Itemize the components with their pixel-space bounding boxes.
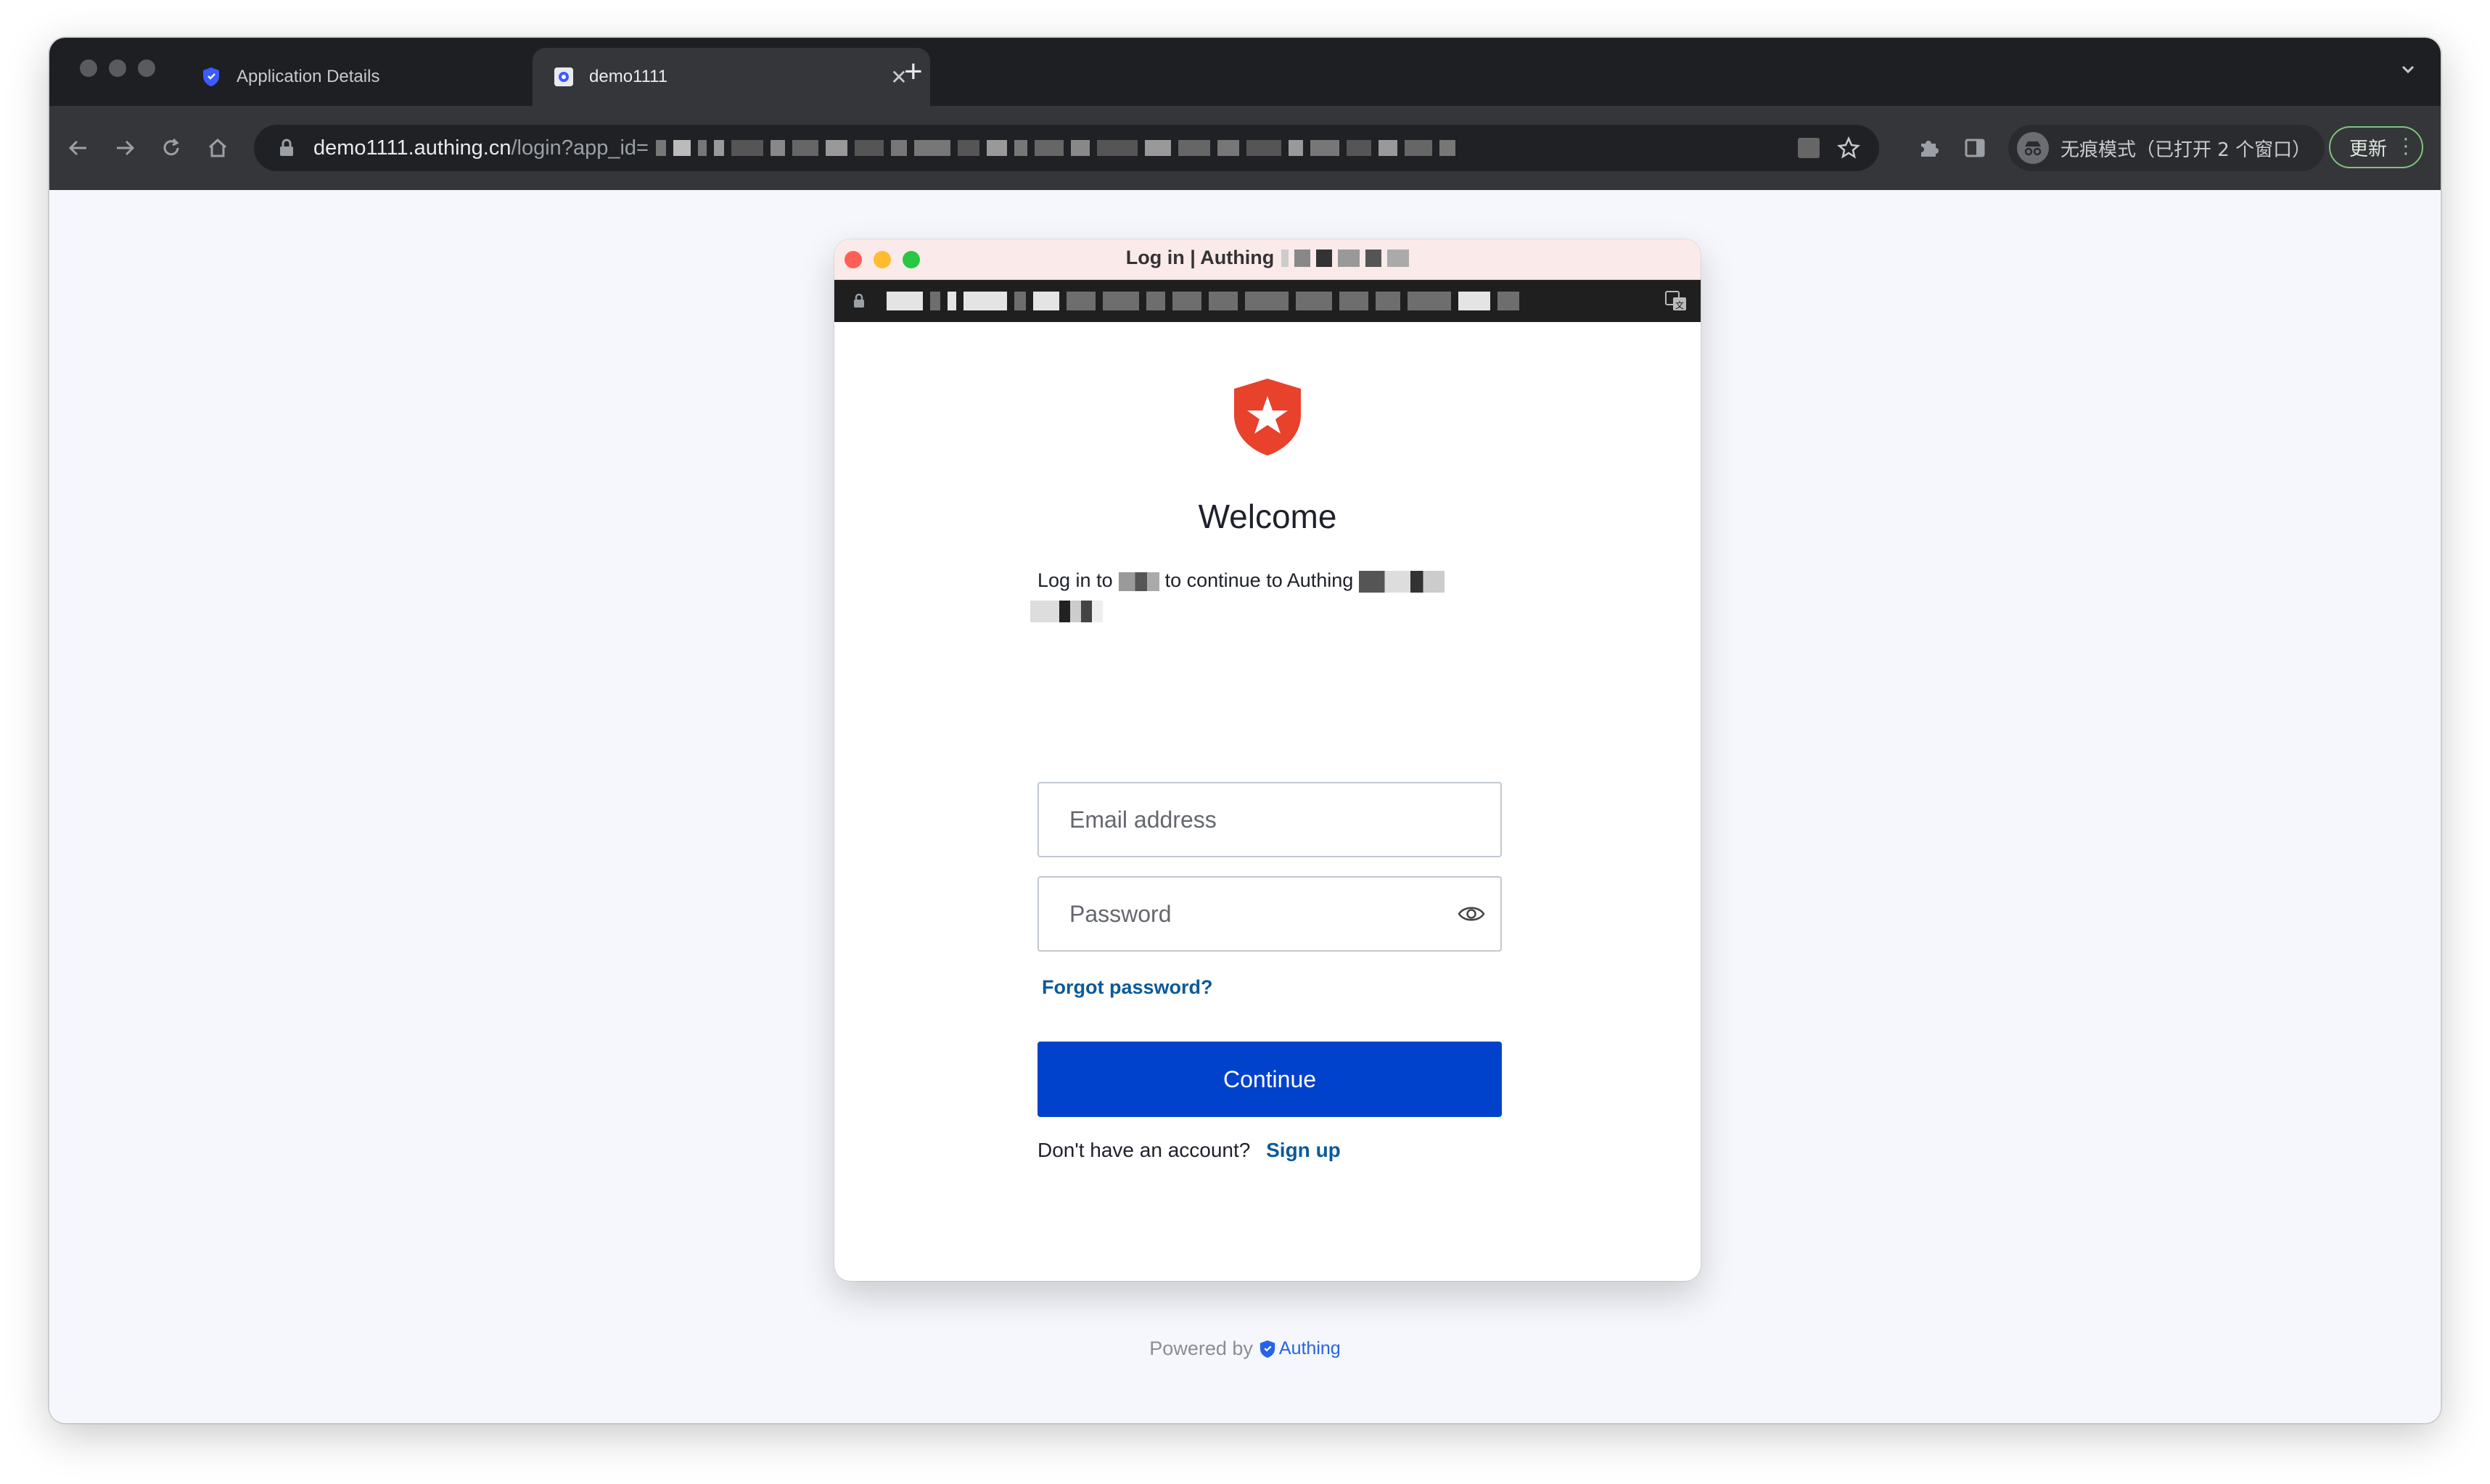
email-field[interactable] bbox=[1038, 782, 1502, 857]
star-shield-logo bbox=[1231, 377, 1304, 457]
lock-icon[interactable] bbox=[279, 139, 297, 157]
translate-icon[interactable]: 文 bbox=[1664, 290, 1688, 312]
popup-title-text: Log in | Authing bbox=[1125, 247, 1275, 268]
incognito-label: 无痕模式（已打开 2 个窗口） bbox=[2060, 139, 2312, 161]
authing-brand-link[interactable]: Authing bbox=[1259, 1338, 1341, 1359]
eye-icon[interactable] bbox=[1457, 901, 1486, 927]
redacted-url bbox=[655, 137, 1455, 159]
login-subtitle: Log in to to continue to Authing bbox=[1038, 566, 1502, 594]
url-host: demo1111.authing.cn bbox=[313, 136, 511, 160]
update-label: 更新 bbox=[2349, 138, 2388, 160]
window-minimize-dot[interactable] bbox=[109, 59, 126, 77]
side-panel-icon[interactable] bbox=[1962, 135, 1988, 161]
signup-link[interactable]: Sign up bbox=[1266, 1139, 1341, 1161]
popup-titlebar: Log in | Authing bbox=[834, 239, 1701, 280]
reload-icon[interactable] bbox=[157, 133, 186, 162]
tab-application-details[interactable]: Application Details ✕ bbox=[180, 48, 580, 106]
redacted-url bbox=[887, 290, 1519, 312]
puzzle-icon[interactable] bbox=[1915, 135, 1942, 161]
subtitle-middle: to continue to Authing bbox=[1164, 569, 1354, 591]
more-vert-icon[interactable]: · · · bbox=[2403, 131, 2409, 164]
redacted-tenant bbox=[1118, 572, 1159, 591]
tab-strip: Application Details ✕ demo1111 ✕ + bbox=[49, 38, 2441, 106]
popup-address-bar: 文 bbox=[834, 280, 1701, 322]
incognito-badge[interactable]: 无痕模式（已打开 2 个窗口） bbox=[2008, 125, 2325, 171]
popup-window-title: Log in | Authing bbox=[834, 247, 1701, 269]
forgot-password-link[interactable]: Forgot password? bbox=[1042, 976, 1213, 999]
tab-title: demo1111 bbox=[589, 67, 668, 86]
window-zoom-dot[interactable] bbox=[138, 59, 155, 77]
forward-icon[interactable] bbox=[110, 133, 139, 162]
update-button[interactable]: 更新 · · · bbox=[2329, 126, 2423, 168]
browser-window: Application Details ✕ demo1111 ✕ + bbox=[49, 38, 2441, 1423]
svg-text:文: 文 bbox=[1675, 300, 1684, 310]
back-icon[interactable] bbox=[64, 133, 93, 162]
window-close-dot[interactable] bbox=[80, 59, 97, 77]
star-icon[interactable] bbox=[1837, 136, 1860, 160]
app-favicon-icon bbox=[553, 66, 575, 88]
login-popup-window: Log in | Authing 文 Welcome Log in to to … bbox=[834, 239, 1701, 1281]
chevron-down-icon[interactable] bbox=[2397, 58, 2419, 80]
redacted-app-name bbox=[1359, 570, 1445, 593]
welcome-heading: Welcome bbox=[1198, 498, 1337, 535]
home-icon[interactable] bbox=[203, 133, 232, 162]
redacted-app-name-continued bbox=[1030, 601, 1103, 622]
browser-toolbar: demo1111.authing.cn /login?app_id= 无痕模式（… bbox=[49, 106, 2441, 190]
shield-icon bbox=[1260, 1340, 1275, 1358]
powered-by-footer: Powered by Authing bbox=[49, 1337, 2441, 1360]
url-path: /login?app_id= bbox=[511, 136, 649, 160]
tab-title: Application Details bbox=[237, 67, 380, 86]
signup-prompt: Don't have an account? bbox=[1038, 1139, 1251, 1161]
address-bar[interactable]: demo1111.authing.cn /login?app_id= bbox=[254, 125, 1879, 171]
password-field[interactable] bbox=[1038, 876, 1502, 952]
lock-icon bbox=[853, 294, 865, 308]
authing-brand-text: Authing bbox=[1278, 1338, 1341, 1359]
incognito-icon bbox=[2017, 132, 2049, 164]
new-tab-button[interactable]: + bbox=[904, 54, 923, 90]
page-action-icon[interactable] bbox=[1798, 138, 1820, 158]
shield-icon bbox=[200, 66, 222, 88]
redacted-title bbox=[1281, 249, 1410, 267]
subtitle-prefix: Log in to bbox=[1038, 569, 1113, 591]
powered-by-label: Powered by bbox=[1149, 1337, 1253, 1359]
signup-prompt-line: Don't have an account? Sign up bbox=[1038, 1139, 1341, 1162]
continue-button[interactable]: Continue bbox=[1038, 1042, 1502, 1117]
tab-demo1111[interactable]: demo1111 ✕ bbox=[533, 48, 930, 106]
page-content: Log in | Authing 文 Welcome Log in to to … bbox=[49, 190, 2441, 1423]
